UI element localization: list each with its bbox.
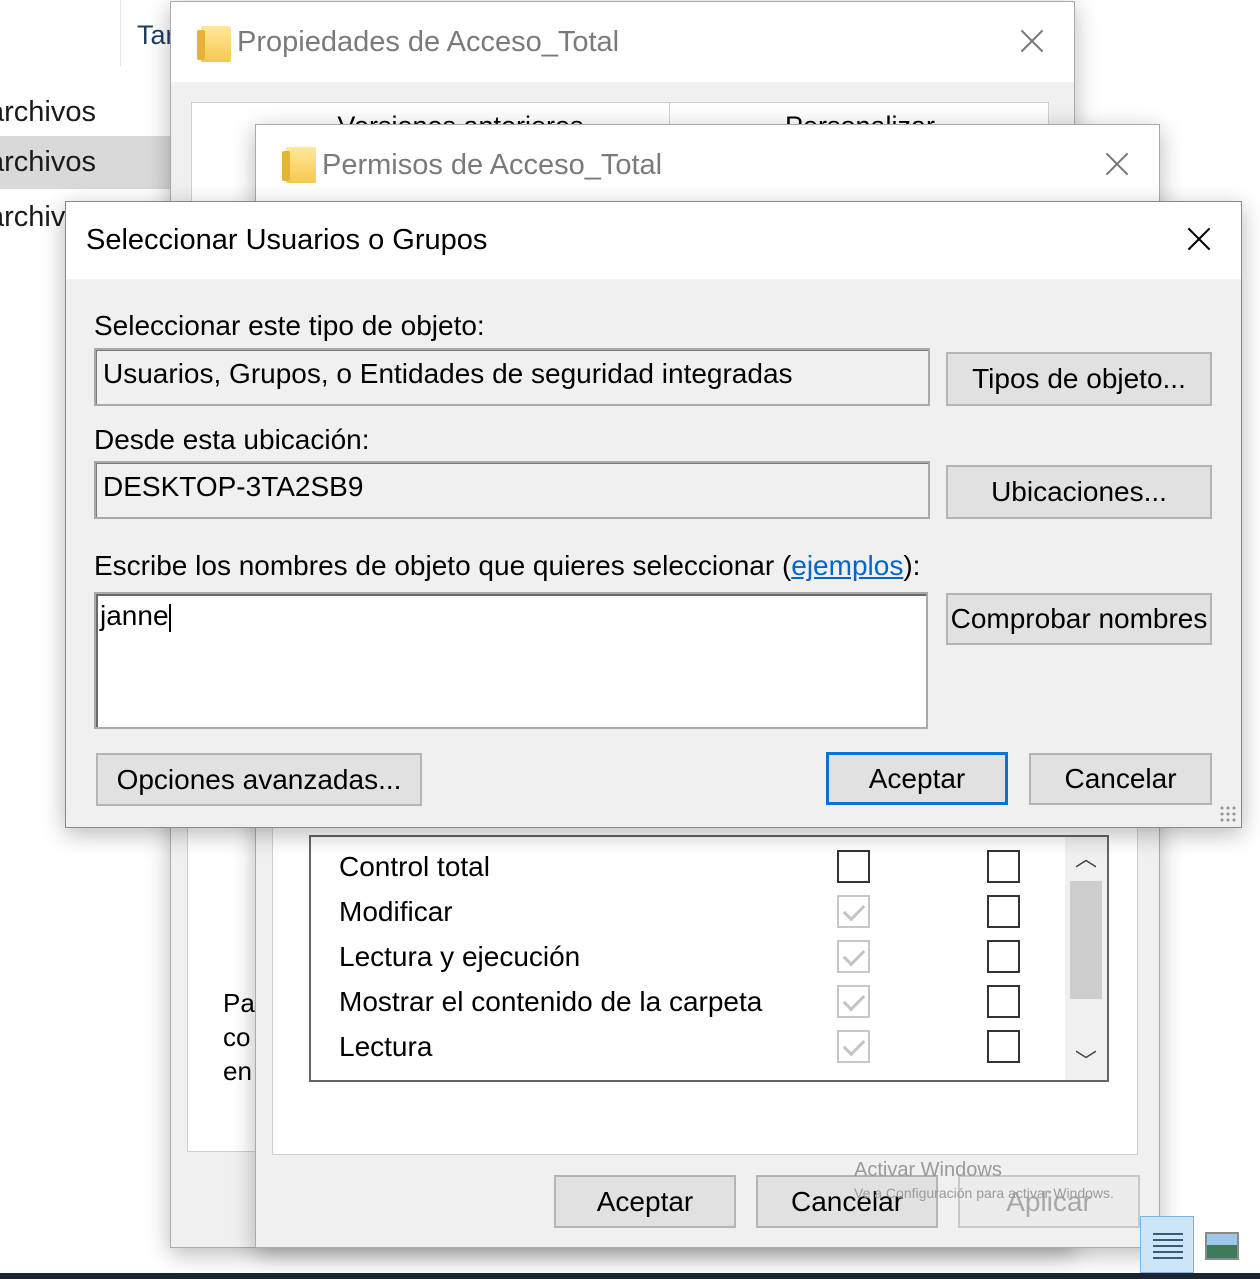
scroll-thumb[interactable] (1070, 881, 1102, 999)
folder-icon (282, 147, 316, 183)
deny-checkbox[interactable] (987, 1030, 1020, 1063)
close-icon[interactable] (1104, 151, 1130, 177)
explorer-item-label: archivos (0, 96, 96, 128)
cancel-button[interactable]: Cancelar (756, 1175, 938, 1228)
activation-watermark-text: Ve a Configuración para activar Windows. (854, 1185, 1114, 1201)
allow-checkbox (837, 985, 870, 1018)
deny-checkbox[interactable] (987, 985, 1020, 1018)
allow-checkbox (837, 1030, 870, 1063)
location-label: Desde esta ubicación: (94, 424, 370, 455)
permission-label: Lectura y ejecución (339, 941, 581, 972)
deny-checkbox[interactable] (987, 850, 1020, 883)
title-bar[interactable]: Permisos de Acceso_Total (256, 125, 1159, 205)
partial-text: Pa (223, 988, 255, 1018)
folder-icon (197, 26, 231, 62)
allow-checkbox (837, 940, 870, 973)
window-title: Propiedades de Acceso_Total (237, 26, 620, 58)
object-names-input[interactable]: janne (94, 592, 928, 729)
deny-checkbox[interactable] (987, 895, 1020, 928)
list-item: Lectura y ejecución (311, 937, 1071, 982)
object-names-label-prefix: Escribe los nombres de objeto que quiere… (94, 550, 792, 581)
taskbar (0, 1273, 1260, 1279)
permissions-list[interactable]: Control total Modificar Lectura y ejecuc… (309, 835, 1109, 1082)
examples-link[interactable]: ejemplos (791, 550, 903, 581)
window-title: Permisos de Acceso_Total (322, 149, 663, 181)
resize-grip-icon[interactable] (1219, 805, 1237, 823)
object-names-value: janne (100, 600, 169, 631)
large-icons-view-icon[interactable] (1205, 1232, 1239, 1260)
allow-checkbox (837, 895, 870, 928)
deny-checkbox[interactable] (987, 940, 1020, 973)
close-icon[interactable] (1019, 28, 1045, 54)
dialog-title: Seleccionar Usuarios o Grupos (86, 224, 488, 256)
permission-label: Lectura (339, 1031, 433, 1062)
apply-button: Aplicar (958, 1175, 1140, 1228)
explorer-item-label: archivos (0, 146, 96, 178)
permission-label: Control total (339, 851, 490, 882)
object-type-label: Seleccionar este tipo de objeto: (94, 310, 485, 341)
partial-text: en (223, 1056, 252, 1086)
chevron-up-icon[interactable]: ︿ (1065, 837, 1107, 877)
locations-button[interactable]: Ubicaciones... (946, 465, 1212, 519)
allow-checkbox[interactable] (837, 850, 870, 883)
object-names-label: Escribe los nombres de objeto que quiere… (94, 550, 920, 582)
partial-text: co (223, 1022, 251, 1052)
column-header-label: Tar (137, 20, 175, 50)
list-item: Lectura (311, 1027, 1071, 1072)
activation-watermark-title: Activar Windows (854, 1159, 1002, 1181)
list-item: Modificar (311, 892, 1071, 937)
chevron-down-icon[interactable]: ﹀ (1065, 1040, 1107, 1080)
explorer-item-selected[interactable]: archivos (0, 136, 175, 189)
select-users-dialog: Seleccionar Usuarios o Grupos Selecciona… (65, 201, 1242, 828)
permission-label: Mostrar el contenido de la carpeta (339, 986, 763, 1017)
list-item: Control total (311, 847, 1071, 892)
scrollbar[interactable]: ︿ ﹀ (1065, 837, 1107, 1080)
text-caret (168, 603, 171, 632)
ok-button[interactable]: Aceptar (826, 752, 1008, 805)
list-item: Mostrar el contenido de la carpeta (311, 982, 1071, 1027)
explorer-item[interactable]: archivos (0, 86, 175, 139)
object-names-label-suffix: ): (903, 550, 921, 581)
close-icon[interactable] (1186, 226, 1212, 252)
location-field: DESKTOP-3TA2SB9 (94, 461, 930, 519)
title-bar[interactable]: Seleccionar Usuarios o Grupos (66, 202, 1241, 279)
check-names-button[interactable]: Comprobar nombres (946, 593, 1212, 645)
permission-label: Modificar (339, 896, 453, 927)
object-types-button[interactable]: Tipos de objeto... (946, 352, 1212, 406)
advanced-button[interactable]: Opciones avanzadas... (96, 753, 422, 806)
ok-button[interactable]: Aceptar (554, 1175, 736, 1228)
cancel-button[interactable]: Cancelar (1029, 753, 1212, 805)
title-bar[interactable]: Propiedades de Acceso_Total (171, 2, 1074, 82)
object-type-field: Usuarios, Grupos, o Entidades de segurid… (94, 348, 930, 406)
details-view-icon[interactable] (1140, 1216, 1194, 1273)
